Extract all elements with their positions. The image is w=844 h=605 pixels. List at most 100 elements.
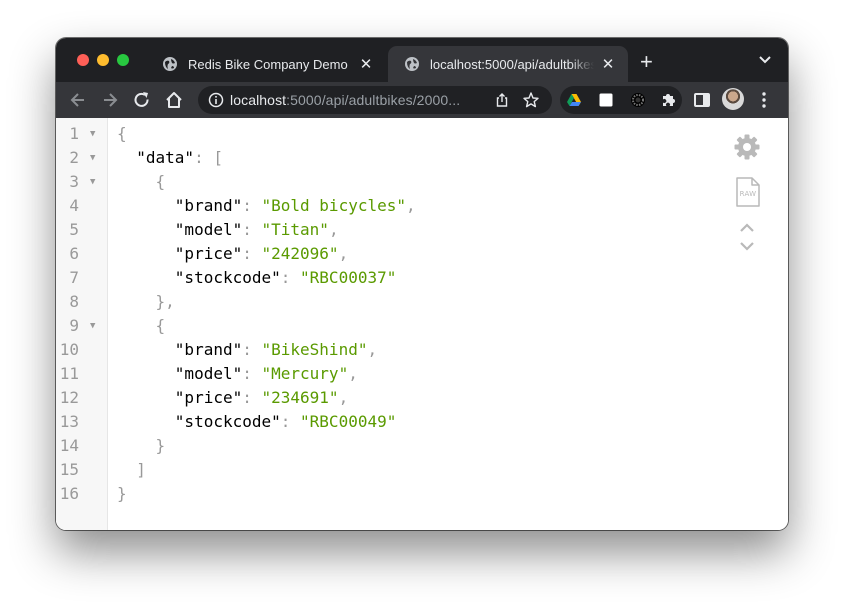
chevron-down-icon[interactable]	[738, 240, 756, 252]
code-line: 2 ▼ "data": [	[56, 146, 746, 170]
zoom-window-button[interactable]	[117, 54, 129, 66]
json-punctuation: ,	[338, 388, 349, 407]
json-punctuation: :	[242, 388, 262, 407]
chevron-up-icon[interactable]	[738, 222, 756, 234]
json-punctuation: }	[155, 436, 166, 455]
fold-toggle-icon[interactable]: ▼	[90, 314, 95, 338]
line-number: 12	[59, 388, 79, 407]
forward-arrow-icon[interactable]	[100, 90, 120, 110]
line-number: 13	[59, 412, 79, 431]
gear-extension-icon[interactable]	[630, 92, 646, 108]
line-number: 1	[69, 124, 79, 143]
fold-toggle-icon[interactable]: ▼	[90, 122, 95, 146]
more-menu-icon[interactable]	[762, 92, 766, 108]
json-punctuation: {	[117, 124, 127, 143]
json-punctuation: {	[155, 172, 166, 191]
line-number: 2	[69, 148, 79, 167]
raw-label: RAW	[739, 190, 757, 198]
new-tab-button[interactable]: +	[640, 51, 653, 73]
code-text: "model": "Mercury",	[117, 362, 358, 386]
json-punctuation: :	[242, 364, 262, 383]
json-punctuation: },	[155, 292, 175, 311]
puzzle-icon[interactable]	[660, 92, 676, 108]
bookmark-star-icon[interactable]	[522, 91, 540, 109]
tab-close-button[interactable]: ✕	[594, 55, 622, 73]
line-number: 11	[59, 364, 79, 383]
json-punctuation: {	[155, 316, 166, 335]
tab-title: Redis Bike Company Demo	[188, 56, 348, 72]
json-punctuation: ,	[367, 340, 378, 359]
json-punctuation: ,	[348, 364, 358, 383]
code-text: "brand": "Bold bicycles",	[117, 194, 416, 218]
json-punctuation: ,	[338, 244, 349, 263]
code-text: "stockcode": "RBC00037"	[117, 266, 397, 290]
json-punctuation: : [	[194, 148, 223, 167]
home-icon[interactable]	[164, 90, 184, 110]
info-icon[interactable]	[208, 92, 224, 108]
code-text: "data": [	[117, 146, 223, 170]
line-number: 14	[59, 436, 79, 455]
code-line: 11 "model": "Mercury",	[56, 362, 746, 386]
globe-icon	[163, 57, 177, 71]
share-icon[interactable]	[494, 92, 510, 108]
google-drive-icon[interactable]	[566, 92, 582, 108]
code-line: 7 "stockcode": "RBC00037"	[56, 266, 746, 290]
globe-icon	[405, 57, 419, 71]
code-line: 6 "price": "242096",	[56, 242, 746, 266]
code-line: 1 ▼ {	[56, 122, 746, 146]
json-punctuation: :	[242, 220, 262, 239]
code-line: 9 ▼ {	[56, 314, 746, 338]
json-punctuation: ,	[328, 220, 339, 239]
side-panel-icon[interactable]	[693, 91, 711, 109]
code-line: 14 }	[56, 434, 746, 458]
json-string-value: "BikeShind"	[261, 340, 368, 359]
code-line: 3 ▼ {	[56, 170, 746, 194]
browser-window: Redis Bike Company Demo ✕ localhost:5000…	[56, 38, 788, 530]
tab-close-button[interactable]: ✕	[352, 55, 380, 73]
code-text: }	[117, 434, 166, 458]
tab-redis-bike-company-demo[interactable]: Redis Bike Company Demo ✕	[146, 46, 386, 82]
json-key: "price"	[174, 244, 243, 263]
json-string-value: "242096"	[261, 244, 339, 263]
json-string-value: "Bold bicycles"	[261, 196, 407, 215]
json-key: "stockcode"	[174, 268, 281, 287]
raw-file-icon[interactable]: RAW	[735, 176, 761, 208]
line-number: 6	[69, 244, 79, 263]
code-line: 5 "model": "Titan",	[56, 218, 746, 242]
minimize-window-button[interactable]	[97, 54, 109, 66]
fold-toggle-icon[interactable]: ▼	[90, 170, 95, 194]
reload-icon[interactable]	[132, 90, 152, 110]
json-key: "data"	[136, 148, 195, 167]
close-window-button[interactable]	[77, 54, 89, 66]
back-arrow-icon[interactable]	[68, 90, 88, 110]
address-bar[interactable]: localhost:5000/api/adultbikes/2000...	[198, 86, 552, 114]
code-text: "price": "234691",	[117, 386, 348, 410]
tab-title: localhost:5000/api/adultbikes/2000	[430, 56, 594, 72]
code-line: 16}	[56, 482, 746, 506]
code-line: 4 "brand": "Bold bicycles",	[56, 194, 746, 218]
square-extension-icon[interactable]	[598, 92, 614, 108]
tab-api-adultbikes[interactable]: localhost:5000/api/adultbikes/2000 ✕	[388, 46, 628, 82]
json-punctuation: ,	[406, 196, 416, 215]
tab-strip: Redis Bike Company Demo ✕ localhost:5000…	[56, 38, 788, 82]
address-url: localhost:5000/api/adultbikes/2000...	[230, 92, 460, 108]
profile-avatar[interactable]	[722, 88, 744, 110]
gear-icon[interactable]	[733, 133, 761, 161]
json-punctuation: ]	[136, 460, 146, 479]
line-number: 8	[69, 292, 79, 311]
code-text: "stockcode": "RBC00049"	[117, 410, 397, 434]
fold-toggle-icon[interactable]: ▼	[90, 146, 95, 170]
line-number: 10	[59, 340, 79, 359]
code-line: 13 "stockcode": "RBC00049"	[56, 410, 746, 434]
json-key: "price"	[174, 388, 243, 407]
chevron-down-icon[interactable]	[758, 55, 772, 65]
json-string-value: "Mercury"	[261, 364, 349, 383]
